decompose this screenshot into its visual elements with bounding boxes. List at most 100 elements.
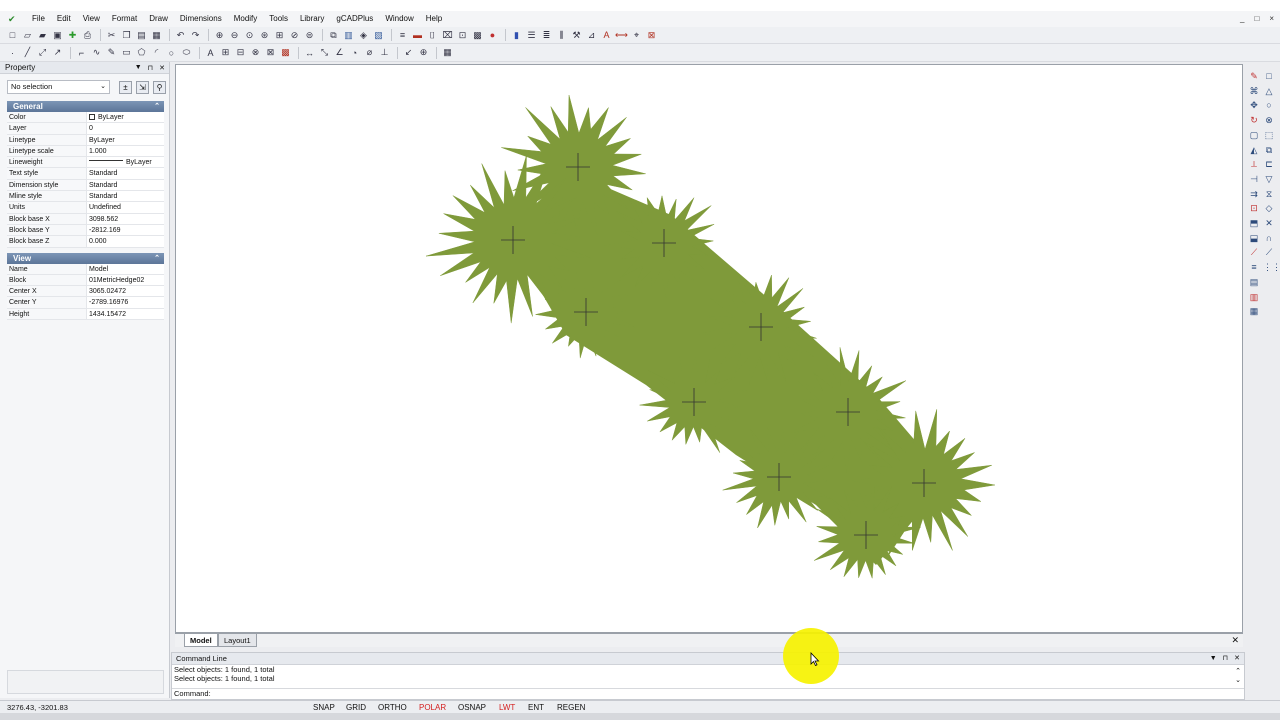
sphere-icon[interactable]: ○ — [1263, 99, 1275, 111]
hedge-block[interactable] — [425, 95, 995, 579]
stack-icon[interactable]: ▤ — [1248, 276, 1260, 288]
property-value[interactable]: ByLayer — [87, 112, 164, 122]
ellipse-icon[interactable]: ⬭ — [180, 46, 193, 59]
minimize-icon[interactable]: _ — [1240, 11, 1244, 27]
property-value[interactable]: Standard — [87, 168, 164, 178]
quick-tool-icon[interactable]: ⊠ — [645, 29, 658, 42]
property-value[interactable]: 1434.15472 — [87, 309, 164, 319]
add-icon[interactable]: ✚ — [66, 29, 79, 42]
match-properties-icon[interactable]: ▦ — [150, 29, 163, 42]
copy-icon[interactable]: ❐ — [120, 29, 133, 42]
property-row[interactable]: Name Model — [7, 263, 164, 275]
zoom-in-icon[interactable]: ⊕ — [213, 29, 226, 42]
ray-icon[interactable]: ↗ — [51, 46, 64, 59]
sketch-icon[interactable]: ✎ — [105, 46, 118, 59]
properties-icon[interactable]: ▧ — [372, 29, 385, 42]
menu-gcadplus[interactable]: gCADPlus — [330, 11, 379, 27]
point-icon[interactable]: · — [6, 46, 19, 59]
measure-icon[interactable]: ⌖ — [630, 29, 643, 42]
property-row[interactable]: Block base Y -2812.169 — [7, 224, 164, 237]
magnet-icon[interactable]: ∩ — [1263, 232, 1275, 244]
xline-icon[interactable]: ⤢ — [36, 46, 49, 59]
close-icon[interactable]: ✕ — [1231, 634, 1239, 647]
property-row[interactable]: Linetype scale 1.000 — [7, 145, 164, 158]
property-value[interactable]: 1.000 — [87, 146, 164, 156]
delete-icon[interactable]: ✕ — [1263, 217, 1275, 229]
tab-model[interactable]: Model — [184, 634, 218, 647]
stack3-icon[interactable]: ▦ — [1248, 305, 1260, 317]
polygon-icon[interactable]: ⬠ — [135, 46, 148, 59]
property-value[interactable]: -2812.169 — [87, 225, 164, 235]
open-file-icon[interactable]: ▱ — [21, 29, 34, 42]
viewport-icon[interactable]: ⧉ — [327, 29, 340, 42]
offset-icon[interactable]: ▢ — [1248, 129, 1260, 141]
align-icon[interactable]: ≣ — [540, 29, 553, 42]
union-icon[interactable]: ⧉ — [1263, 144, 1275, 156]
collapse-icon[interactable]: ⌃ — [154, 253, 160, 264]
wedge-icon[interactable]: △ — [1263, 85, 1275, 97]
property-value[interactable]: 3065.02472 — [87, 286, 164, 296]
cylinder-icon[interactable]: ⬚ — [1263, 129, 1275, 141]
zoom-window-icon[interactable]: ⊙ — [243, 29, 256, 42]
diamond-icon[interactable]: ◇ — [1263, 202, 1275, 214]
general-section-header[interactable]: General ⌃ — [7, 101, 164, 112]
zoom-previous-icon[interactable]: ⊘ — [288, 29, 301, 42]
property-value[interactable]: ByLayer — [87, 157, 164, 167]
leader-icon[interactable]: ↙ — [402, 46, 415, 59]
scroll-down-icon[interactable]: ⌄ — [1235, 676, 1241, 685]
insert-block-icon[interactable]: ⌷ — [426, 29, 439, 42]
spline-icon[interactable]: ∿ — [90, 46, 103, 59]
rectangle-icon[interactable]: ▭ — [120, 46, 133, 59]
pin-icon[interactable]: ⊓ — [148, 64, 153, 72]
undo-icon[interactable]: ↶ — [174, 29, 187, 42]
layer-state-icon[interactable]: ◈ — [357, 29, 370, 42]
pin-icon[interactable]: ⊓ — [1223, 653, 1228, 665]
quick-select-icon[interactable]: ⚲ — [153, 80, 166, 94]
layer-icon[interactable]: ≡ — [396, 29, 409, 42]
menu-help[interactable]: Help — [420, 11, 448, 27]
rotate-icon[interactable]: ↻ — [1248, 114, 1260, 126]
mirror-icon[interactable]: ◭ — [1248, 144, 1260, 156]
property-value[interactable]: -2789.16976 — [87, 297, 164, 307]
property-value[interactable]: Standard — [87, 180, 164, 190]
menu-library[interactable]: Library — [294, 11, 330, 27]
layer-manager-icon[interactable]: ▥ — [342, 29, 355, 42]
menu-draw[interactable]: Draw — [143, 11, 174, 27]
scale-icon[interactable]: ⊡ — [1248, 202, 1260, 214]
torus-icon[interactable]: ⊗ — [1263, 114, 1275, 126]
property-row[interactable]: Text style Standard — [7, 168, 164, 180]
property-row[interactable]: Block base X 3098.562 — [7, 213, 164, 225]
drawing-canvas[interactable] — [175, 64, 1243, 633]
menu-dimensions[interactable]: Dimensions — [174, 11, 228, 27]
save-icon[interactable]: ▣ — [51, 29, 64, 42]
make-block-icon[interactable]: ⊟ — [234, 46, 247, 59]
property-row[interactable]: Layer 0 — [7, 123, 164, 135]
property-value[interactable]: 0.000 — [87, 236, 164, 246]
property-row[interactable]: Units Undefined — [7, 202, 164, 214]
property-row[interactable]: Center Y -2789.16976 — [7, 297, 164, 309]
toggle-pickadd-icon[interactable]: ± — [119, 80, 132, 94]
polyline-icon[interactable]: ⌐ — [75, 46, 88, 59]
dimension-ordinate-icon[interactable]: ⊥ — [378, 46, 391, 59]
collapse-icon[interactable]: ⌃ — [154, 101, 160, 112]
table-icon[interactable]: ⊠ — [264, 46, 277, 59]
cone-icon[interactable]: ▽ — [1263, 173, 1275, 185]
columns-icon[interactable]: ⫼ — [555, 29, 568, 42]
list-icon[interactable]: ☰ — [525, 29, 538, 42]
dropdown-icon[interactable]: ▼ — [1210, 653, 1217, 665]
arc-icon[interactable]: ◜ — [150, 46, 163, 59]
dimension-aligned-icon[interactable]: ⤡ — [318, 46, 331, 59]
view-section-header[interactable]: View ⌃ — [7, 252, 164, 264]
paste-icon[interactable]: ▤ — [135, 29, 148, 42]
hatch-fill-icon[interactable]: ▩ — [279, 46, 292, 59]
property-value[interactable]: Model — [87, 264, 164, 274]
array-icon[interactable]: ⬒ — [1248, 217, 1260, 229]
tab-layout1[interactable]: Layout1 — [218, 634, 257, 647]
cut-icon[interactable]: ✂ — [105, 29, 118, 42]
zoom-out-icon[interactable]: ⊖ — [228, 29, 241, 42]
slash-icon[interactable]: ⟋ — [1263, 246, 1275, 258]
extend-icon[interactable]: ⊣ — [1248, 173, 1260, 185]
erase-icon[interactable]: ✎ — [1248, 70, 1260, 82]
property-value[interactable]: Undefined — [87, 202, 164, 212]
redo-icon[interactable]: ↷ — [189, 29, 202, 42]
